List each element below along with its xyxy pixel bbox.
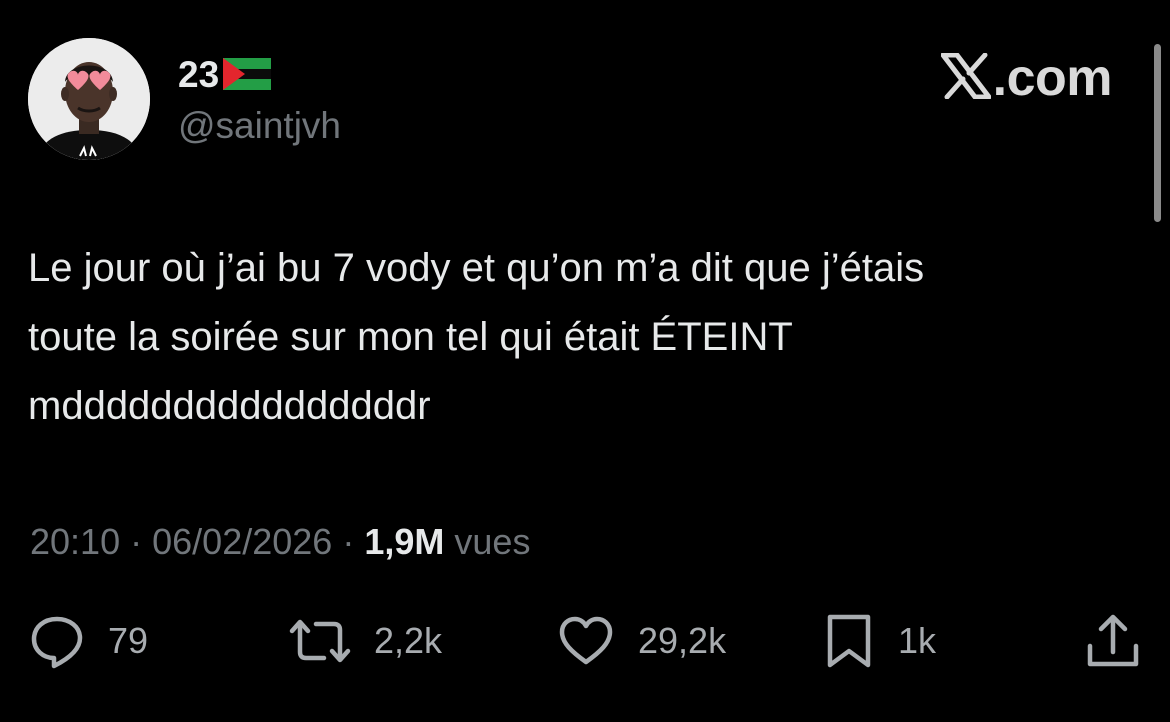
views-label: vues bbox=[454, 521, 531, 562]
share-button[interactable] bbox=[1084, 608, 1142, 674]
tweet-text-line: Le jour où j’ai bu 7 vody et qu’on m’a d… bbox=[28, 246, 925, 290]
tweet-time[interactable]: 20:10 bbox=[30, 521, 120, 562]
meta-separator: · bbox=[130, 521, 143, 562]
tweet-meta: 20:10 · 06/02/2026 · 1,9M vues bbox=[30, 520, 530, 564]
avatar[interactable] bbox=[28, 38, 150, 160]
like-count: 29,2k bbox=[638, 620, 727, 661]
flag-icon bbox=[223, 57, 272, 95]
user-handle[interactable]: @saintjvh bbox=[178, 104, 341, 148]
bookmark-button[interactable]: 1k bbox=[822, 608, 936, 674]
brand-watermark: .com bbox=[940, 48, 1113, 108]
tweet-text: Le jour où j’ai bu 7 vody et qu’on m’a d… bbox=[28, 234, 1138, 441]
reply-count: 79 bbox=[108, 620, 149, 661]
like-button[interactable]: 29,2k bbox=[556, 608, 726, 674]
tweet-text-line: toute la soirée sur mon tel qui était ÉT… bbox=[28, 315, 793, 359]
tweet-text-line: mddddddddddddddddr bbox=[28, 384, 431, 428]
reply-icon bbox=[28, 612, 86, 670]
x-logo-icon bbox=[940, 52, 992, 104]
tweet-date[interactable]: 06/02/2026 bbox=[152, 521, 332, 562]
repost-button[interactable]: 2,2k bbox=[288, 608, 442, 674]
bookmark-icon bbox=[822, 611, 876, 671]
meta-separator: · bbox=[342, 521, 355, 562]
scrollbar-thumb[interactable] bbox=[1154, 44, 1161, 222]
brand-label: .com bbox=[992, 49, 1113, 107]
display-name-text: 23 bbox=[178, 54, 220, 95]
heart-icon bbox=[556, 612, 616, 670]
display-name[interactable]: 23 bbox=[178, 53, 272, 97]
avatar-image bbox=[28, 38, 150, 160]
share-icon bbox=[1084, 612, 1142, 670]
views-count: 1,9M bbox=[364, 521, 445, 562]
reply-button[interactable]: 79 bbox=[28, 608, 148, 674]
repost-icon bbox=[288, 612, 352, 670]
action-bar: 79 2,2k 29,2k 1k bbox=[0, 608, 1170, 674]
bookmark-count: 1k bbox=[898, 620, 937, 661]
repost-count: 2,2k bbox=[374, 620, 443, 661]
